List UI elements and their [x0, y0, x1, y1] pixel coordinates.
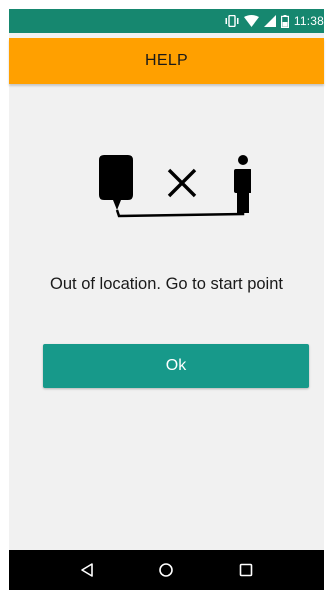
- frame-left: [0, 0, 9, 590]
- vibrate-icon: [225, 15, 239, 27]
- wifi-icon: [243, 15, 259, 27]
- signal-icon: [263, 15, 276, 27]
- page-title: HELP: [145, 52, 188, 69]
- navigation-bar: [9, 550, 324, 590]
- out-of-location-illustration: [91, 154, 252, 229]
- ok-button[interactable]: Ok: [43, 344, 309, 388]
- battery-icon: [280, 14, 289, 28]
- device-screen: 11:38 HELP Out of location. Go to start …: [9, 9, 324, 590]
- connector-line: [115, 209, 245, 218]
- status-bar: 11:38: [9, 9, 324, 33]
- screen: 11:38 HELP Out of location. Go to start …: [0, 0, 333, 590]
- recents-icon[interactable]: [231, 555, 261, 585]
- frame-right: [324, 0, 333, 590]
- location-message: Out of location. Go to start point: [50, 275, 283, 293]
- status-time: 11:38: [293, 14, 324, 28]
- back-icon[interactable]: [72, 555, 102, 585]
- speech-bubble-icon: [99, 155, 133, 210]
- cross-icon: [167, 168, 197, 198]
- home-icon[interactable]: [151, 555, 181, 585]
- help-header: HELP: [9, 38, 324, 84]
- person-icon: [234, 155, 252, 213]
